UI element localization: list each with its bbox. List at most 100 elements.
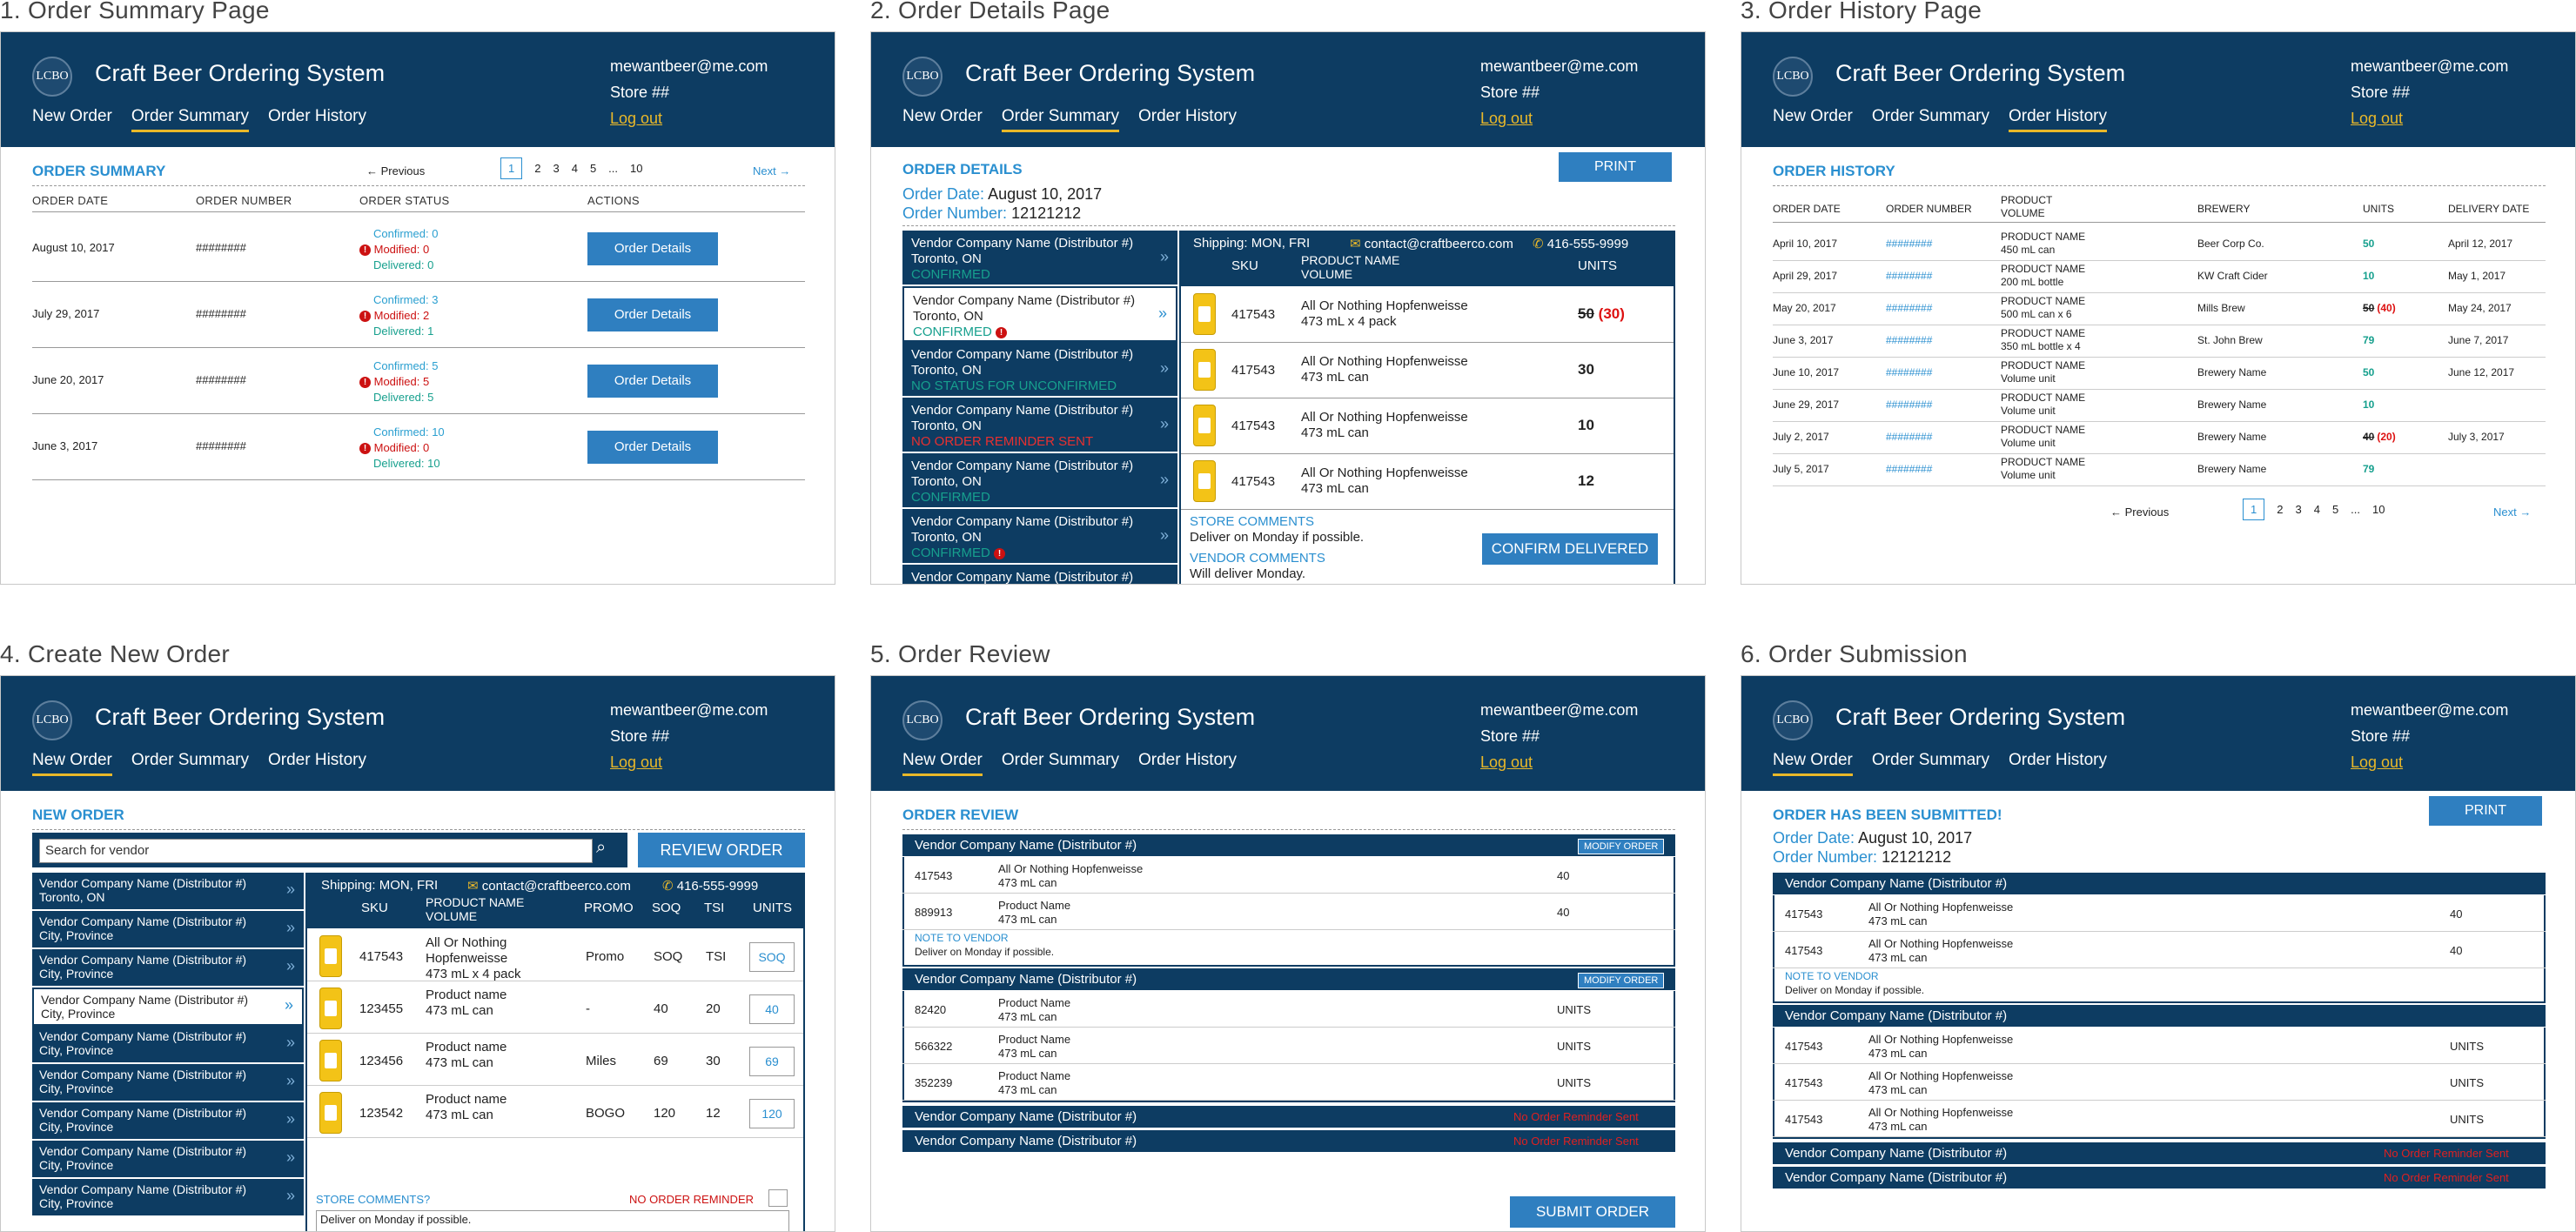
vendor-name: Vendor Company Name (Distributor #) [39, 1182, 247, 1196]
nav-new-order[interactable]: New Order [32, 751, 112, 776]
vendor-search-input[interactable]: Search for vendor [39, 839, 593, 863]
page-10[interactable]: 10 [2372, 503, 2385, 516]
page-3[interactable]: 3 [553, 162, 559, 175]
nav-new-order[interactable]: New Order [1773, 107, 1853, 132]
status-confirmed: Confirmed: 3 [373, 293, 439, 306]
vendor-item[interactable]: Vendor Company Name (Distributor #) City,… [32, 1141, 304, 1179]
page-4[interactable]: 4 [2314, 503, 2320, 516]
row-delivery-date: July 3, 2017 [2448, 431, 2505, 443]
logout-link[interactable]: Log out [610, 749, 768, 775]
modify-order-button[interactable]: MODIFY ORDER [1578, 839, 1665, 854]
print-button[interactable]: PRINT [2429, 796, 2542, 826]
order-details-button[interactable]: Order Details [587, 431, 718, 464]
previous-label: Previous [2124, 506, 2170, 519]
row-number-link[interactable]: ######## [1886, 366, 1932, 378]
nav-order-history[interactable]: Order History [268, 751, 366, 776]
nav-order-summary[interactable]: Order Summary [131, 751, 249, 776]
page-2[interactable]: 2 [534, 162, 540, 175]
nav-order-history[interactable]: Order History [2009, 751, 2107, 776]
vendor-item-selected[interactable]: Vendor Company Name (Distributor #) Toron… [902, 286, 1177, 342]
vendor-item[interactable]: Vendor Company Name (Distributor #) City,… [32, 911, 304, 949]
nav-new-order[interactable]: New Order [32, 107, 112, 132]
nav-order-summary[interactable]: Order Summary [1001, 107, 1119, 132]
vendor-item[interactable]: Vendor Company Name (Distributor #) City,… [32, 1064, 304, 1102]
logout-link[interactable]: Log out [610, 105, 768, 131]
units-input[interactable]: 40 [749, 994, 795, 1024]
vendor-item-selected[interactable]: Vendor Company Name (Distributor #) City,… [32, 988, 304, 1026]
page-4[interactable]: 4 [572, 162, 578, 175]
nav-order-summary[interactable]: Order Summary [1872, 751, 1989, 776]
nav-new-order[interactable]: New Order [902, 751, 983, 776]
units-input[interactable]: SOQ [749, 942, 795, 972]
next-link[interactable]: Next → [2493, 506, 2531, 519]
print-button[interactable]: PRINT [1559, 152, 1672, 182]
product-volume: 473 mL can [426, 1055, 493, 1070]
divider [1773, 485, 2546, 486]
logout-link[interactable]: Log out [2351, 749, 2508, 775]
vendor-item[interactable]: Vendor Company Name (Distributor #) Toron… [902, 398, 1177, 453]
next-link[interactable]: Next → [753, 164, 790, 177]
order-details-button[interactable]: Order Details [587, 365, 718, 398]
nav-new-order[interactable]: New Order [1773, 751, 1853, 776]
vendor-item[interactable]: Vendor Company Name (Distributor #) [902, 565, 1177, 584]
page-3[interactable]: 3 [2295, 503, 2301, 516]
note-to-vendor-label: NOTE TO VENDOR [915, 932, 1009, 944]
logout-link[interactable]: Log out [2351, 105, 2508, 131]
vendor-item[interactable]: Vendor Company Name (Distributor #) Toron… [902, 453, 1177, 509]
vendor-header-bar: Vendor Company Name (Distributor #) No Or… [902, 1106, 1675, 1128]
modify-order-button[interactable]: MODIFY ORDER [1578, 973, 1665, 988]
col-order-date: ORDER DATE [1773, 203, 1841, 215]
page-5[interactable]: 5 [590, 162, 596, 175]
previous-link[interactable]: ← Previous [366, 164, 425, 177]
product-info: Product name 473 mL can [426, 1040, 574, 1071]
row-product: PRODUCT NAME Volume unit [2001, 424, 2085, 450]
vendor-item[interactable]: Vendor Company Name (Distributor #) City,… [32, 1102, 304, 1141]
units-input[interactable]: 69 [749, 1047, 795, 1076]
order-details-button[interactable]: Order Details [587, 298, 718, 331]
row-number-link[interactable]: ######## [1886, 334, 1932, 346]
product-units: UNITS [1557, 1040, 1591, 1053]
row-number-link[interactable]: ######## [1886, 238, 1932, 250]
search-icon[interactable]: ⌕ [596, 838, 606, 858]
page-5[interactable]: 5 [2332, 503, 2338, 516]
nav-order-summary[interactable]: Order Summary [1002, 751, 1119, 776]
vendor-item[interactable]: Vendor Company Name (Distributor #) Toron… [902, 231, 1177, 286]
page-1[interactable]: 1 [500, 157, 523, 179]
vendor-item[interactable]: Vendor Company Name (Distributor #) Toron… [32, 873, 304, 911]
row-number-link[interactable]: ######## [1886, 302, 1932, 314]
submit-order-button[interactable]: SUBMIT ORDER [1510, 1196, 1675, 1228]
row-brewery: St. John Brew [2197, 334, 2263, 346]
page-2[interactable]: 2 [2277, 503, 2283, 516]
row-number-link[interactable]: ######## [1886, 431, 1932, 443]
nav-order-history[interactable]: Order History [1138, 751, 1237, 776]
logout-link[interactable]: Log out [1480, 749, 1638, 775]
vendor-header-bar: Vendor Company Name (Distributor #) [1773, 1005, 2546, 1028]
nav-order-history[interactable]: Order History [1138, 107, 1237, 132]
vendor-item[interactable]: Vendor Company Name (Distributor #) City,… [32, 1179, 304, 1217]
vendor-item[interactable]: Vendor Company Name (Distributor #) Toron… [902, 509, 1177, 565]
previous-link[interactable]: ← Previous [2110, 506, 2169, 519]
nav-order-summary[interactable]: Order Summary [131, 107, 249, 132]
page-1[interactable]: 1 [2243, 499, 2265, 520]
row-number-link[interactable]: ######## [1886, 398, 1932, 411]
nav-order-summary[interactable]: Order Summary [1872, 107, 1989, 132]
product-units: UNITS [2450, 1076, 2484, 1089]
logout-link[interactable]: Log out [1480, 105, 1638, 131]
vendor-item[interactable]: Vendor Company Name (Distributor #) Toron… [902, 342, 1177, 398]
row-number-link[interactable]: ######## [1886, 270, 1932, 282]
nav-new-order[interactable]: New Order [902, 107, 983, 132]
order-details-button[interactable]: Order Details [587, 232, 718, 265]
panel-create-new-order: 4. Create New Order LCBO Craft Beer Orde… [0, 640, 835, 1232]
status-modified: ! Modified: 0 [359, 243, 429, 257]
vendor-item[interactable]: Vendor Company Name (Distributor #) City,… [32, 949, 304, 988]
vendor-item[interactable]: Vendor Company Name (Distributor #) City,… [32, 1026, 304, 1064]
nav-order-history[interactable]: Order History [2009, 107, 2107, 132]
no-order-reminder-checkbox[interactable] [768, 1189, 788, 1207]
store-comments-input[interactable]: Deliver on Monday if possible. [316, 1210, 789, 1231]
review-order-button[interactable]: REVIEW ORDER [638, 833, 805, 867]
page-10[interactable]: 10 [630, 162, 642, 175]
units-input[interactable]: 120 [749, 1099, 795, 1128]
confirm-delivered-button[interactable]: CONFIRM DELIVERED [1482, 533, 1658, 565]
nav-order-history[interactable]: Order History [268, 107, 366, 132]
row-number-link[interactable]: ######## [1886, 463, 1932, 475]
